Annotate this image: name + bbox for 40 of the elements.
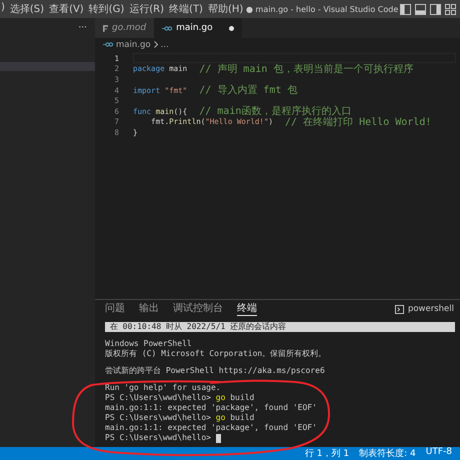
secondary-sidebar-icon[interactable] (430, 4, 441, 14)
menu-item[interactable]: 终端(T) (168, 2, 204, 16)
terminal-line: 尝试新的跨平台 PowerShell https://aka.ms/pscore6 (105, 366, 325, 376)
menu-item[interactable]: 选择(S) (8, 2, 46, 16)
panel-tab[interactable]: 调试控制台 (173, 302, 223, 316)
go-file-icon (103, 42, 113, 47)
window-title: ● main.go - hello - Visual Studio Code (245, 4, 400, 14)
terminal-line: PS C:\Users\wwd\hello> go build (105, 393, 254, 403)
sidebar-layout-icon[interactable] (400, 4, 411, 14)
menu-item[interactable]: ) (0, 2, 6, 16)
panel-layout-icon[interactable] (415, 4, 426, 14)
terminal-name[interactable]: powershell (408, 304, 454, 314)
breadcrumb-item[interactable]: ... (160, 40, 169, 50)
grid-layout-icon[interactable] (445, 4, 456, 14)
terminal-line: main.go:1:1: expected 'package', found 'EOF' (105, 403, 317, 413)
status-item[interactable]: 行 1，列 1 (304, 447, 350, 460)
chevron-icon (154, 41, 158, 48)
status-item[interactable]: UTF-8 (426, 447, 452, 460)
panel-tab[interactable]: 问题 (105, 302, 125, 316)
go-file-icon (162, 26, 172, 30)
terminal-line: main.go:1:1: expected 'package', found 'EOF' (105, 423, 317, 433)
panel-tab[interactable]: 终端 (237, 302, 257, 316)
terminal-line: Run 'go help' for usage. (105, 383, 221, 393)
session-banner: 在 00:10:48 时从 2022/5/1 还原的会话内容 (105, 322, 455, 332)
terminal-line: PS C:\Users\wwd\hello> go build (105, 413, 254, 423)
menu-item[interactable]: 查看(V) (48, 2, 85, 16)
terminal-line: Windows PowerShell (105, 339, 192, 349)
terminal-line: 版权所有 (C) Microsoft Corporation。保留所有权利。 (105, 349, 326, 359)
terminal-line: PS C:\Users\wwd\hello> (105, 433, 212, 443)
editor-tab[interactable]: go.mod (95, 18, 154, 38)
breadcrumb-item[interactable]: main.go (116, 40, 151, 50)
more-actions[interactable]: ··· (78, 23, 87, 33)
file-icon (103, 24, 108, 32)
menu-item[interactable]: 转到(G) (88, 2, 126, 16)
menu-item[interactable]: 运行(R) (128, 2, 166, 16)
panel-tab[interactable]: 输出 (139, 302, 159, 316)
editor-tab[interactable]: main.go (154, 18, 242, 38)
menu-item[interactable]: 帮助(H) (206, 2, 244, 16)
terminal-icon (394, 304, 404, 314)
status-item[interactable]: 制表符长度: 4 (359, 447, 416, 460)
